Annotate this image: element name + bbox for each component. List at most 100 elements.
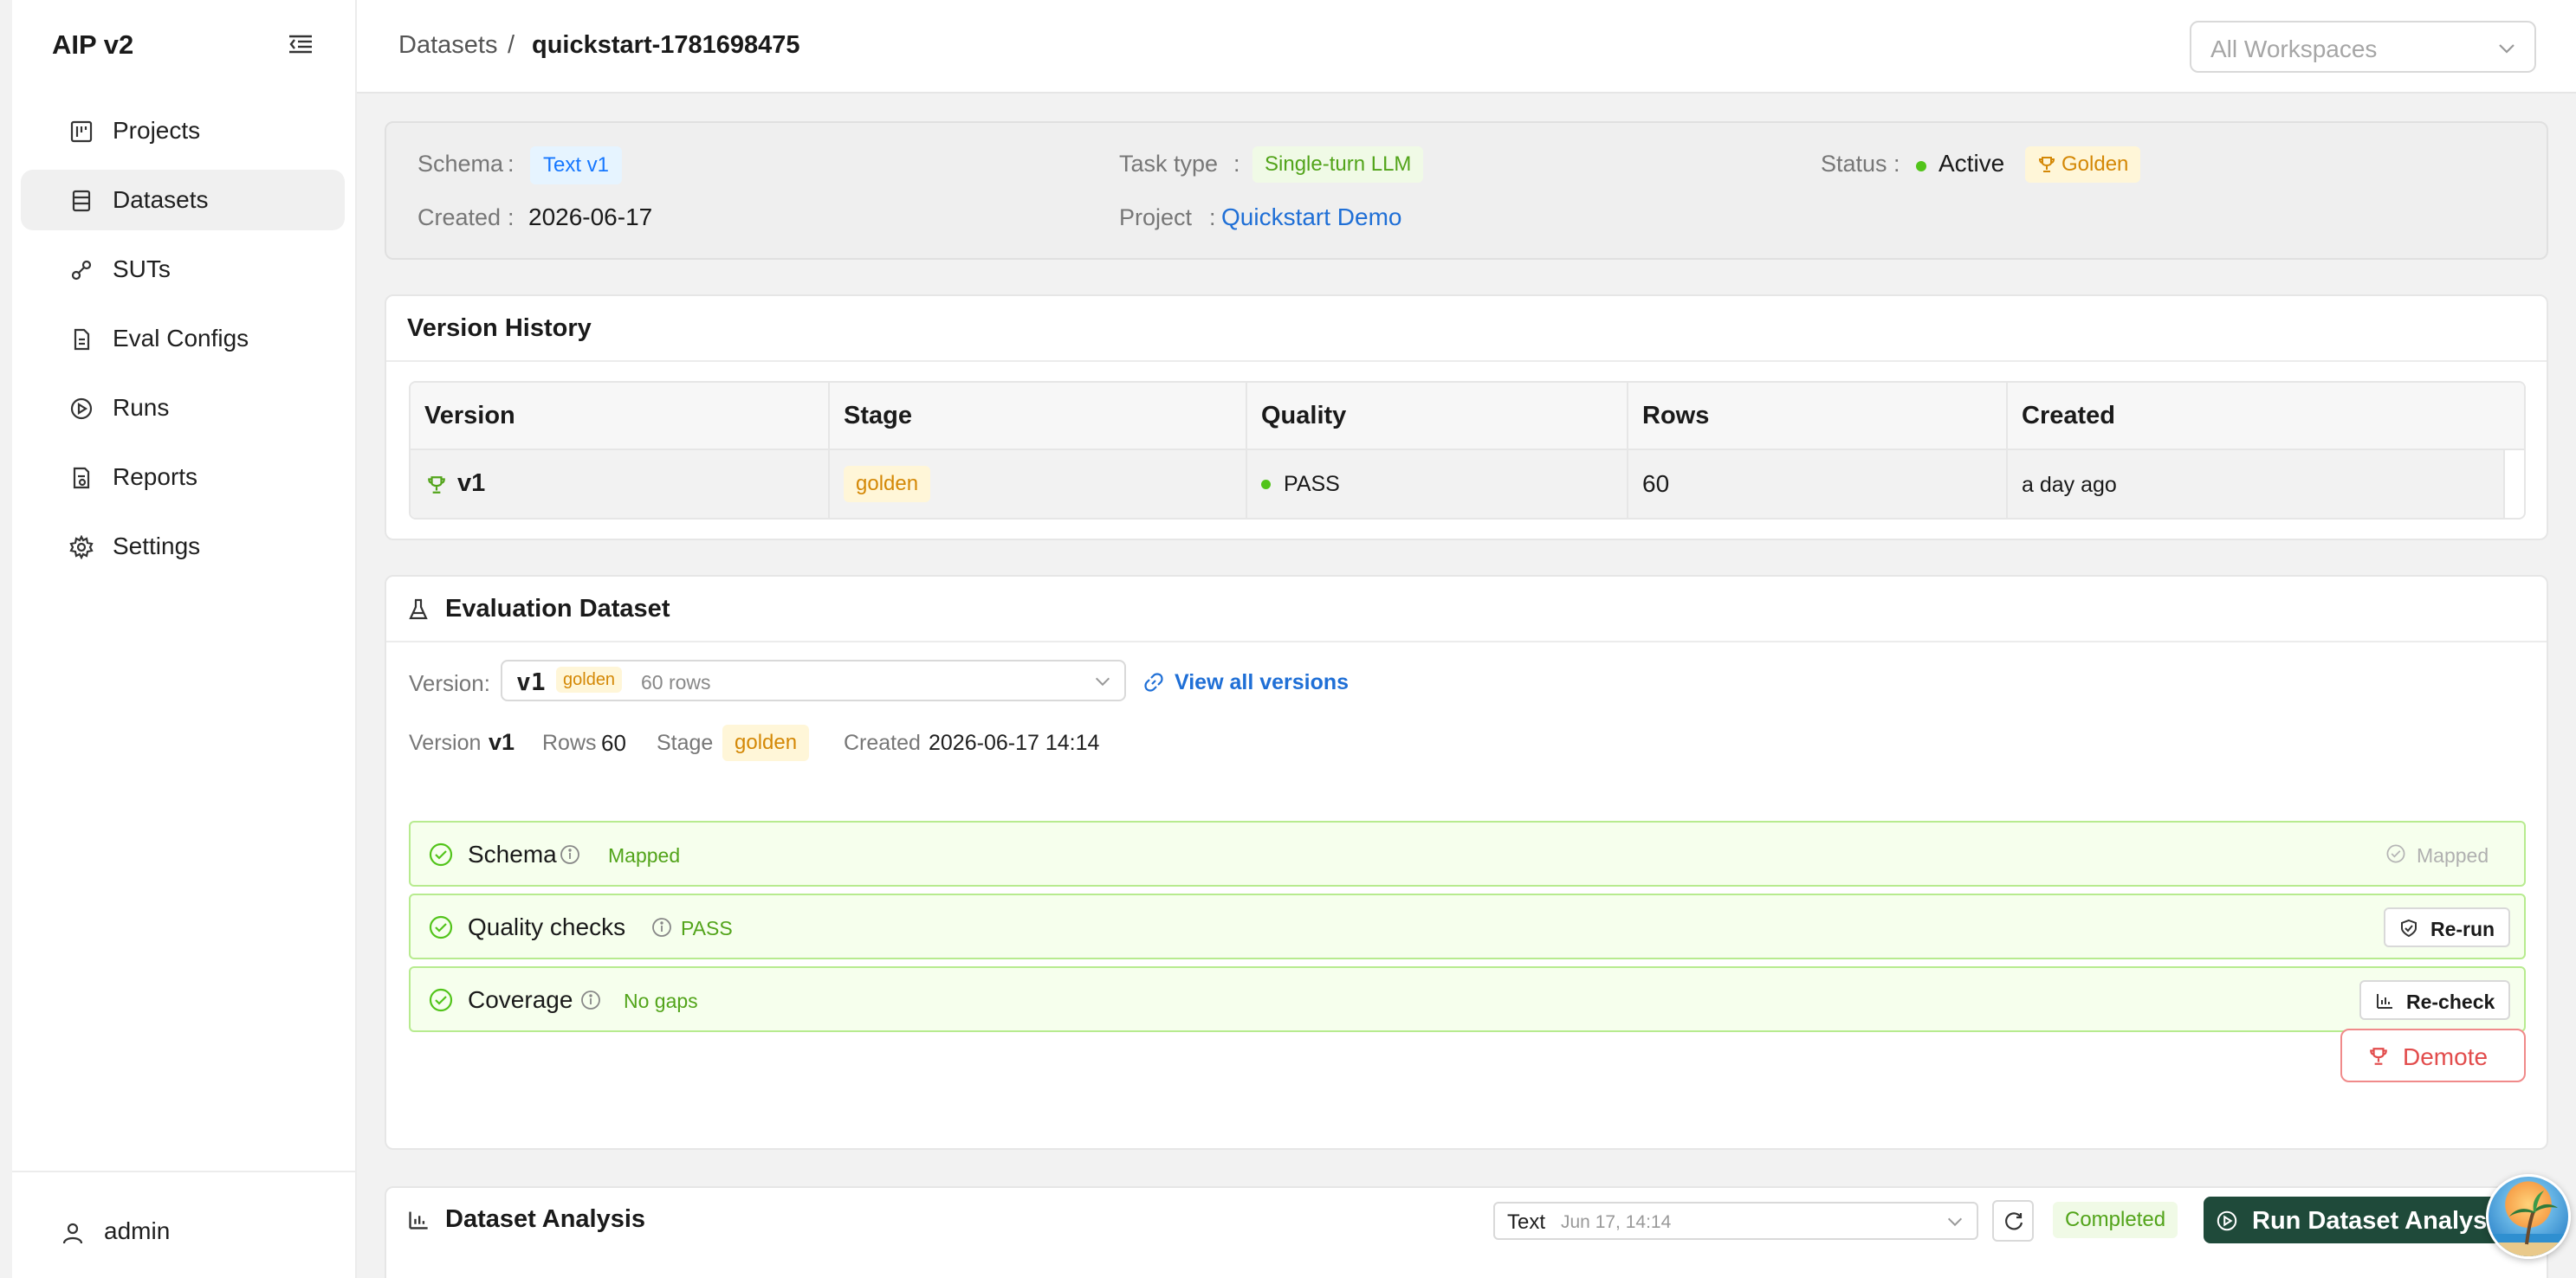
dataset-meta-panel: Schema : Text v1 Task type : Single-turn…	[385, 121, 2548, 260]
workspace-select[interactable]: All Workspaces	[2190, 21, 2536, 73]
colon: :	[508, 204, 515, 230]
task-type-label: Task type	[1119, 151, 1219, 177]
project-link[interactable]: Quickstart Demo	[1221, 203, 1402, 231]
version-history-panel: Version History Version Stage Quality Ro…	[385, 294, 2548, 540]
version-select[interactable]: v1 golden 60 rows	[501, 660, 1126, 701]
chevron-down-icon	[1095, 677, 1110, 687]
schema-check-row: Schema Mapped Mapped	[409, 821, 2526, 887]
info-icon[interactable]	[651, 917, 672, 938]
dataset-analysis-title: Dataset Analysis	[445, 1205, 646, 1233]
sidebar-item-label: Projects	[113, 117, 201, 144]
recheck-label: Re-check	[2406, 991, 2495, 1013]
user-menu[interactable]: admin	[12, 1171, 357, 1278]
version-cell: v1	[457, 469, 486, 497]
summary-stage-tag: golden	[722, 725, 810, 761]
sidebar-item-datasets[interactable]: Datasets	[21, 170, 345, 230]
colon: :	[1893, 151, 1900, 177]
dataset-analysis-panel: Dataset Analysis Text Jun 17, 14:14 Comp…	[385, 1186, 2550, 1278]
status-value: Active	[1938, 150, 2005, 177]
sidebar: AIP v2 Projects Datasets SUTs Eval Confi…	[12, 0, 357, 1278]
table-row[interactable]: v1 golden PASS 60 a day ago	[411, 450, 2505, 518]
analysis-status: Completed	[2053, 1202, 2178, 1238]
column-header: Version	[424, 402, 515, 429]
check-circle-icon	[429, 915, 453, 939]
summary-rows-label: Rows	[542, 731, 597, 755]
sidebar-item-runs[interactable]: Runs	[21, 378, 345, 438]
summary-version-value: v1	[489, 729, 515, 755]
view-all-versions-label: View all versions	[1175, 670, 1349, 694]
trophy-icon	[2370, 1048, 2387, 1065]
app-title: AIP v2	[52, 29, 134, 60]
analysis-select-value: Text	[1507, 1210, 1546, 1234]
sidebar-item-eval-configs[interactable]: Eval Configs	[21, 308, 345, 369]
summary-created-value: 2026-06-17 14:14	[929, 731, 1100, 755]
chevron-down-icon	[1947, 1217, 1963, 1227]
assistant-avatar[interactable]	[2486, 1174, 2571, 1259]
quality-dot	[1261, 480, 1271, 489]
info-icon[interactable]	[580, 990, 601, 1010]
play-icon	[70, 397, 93, 420]
datasets-icon	[72, 190, 91, 212]
breadcrumb-current: quickstart-1781698475	[532, 31, 800, 59]
sidebar-item-settings[interactable]: Settings	[21, 516, 345, 577]
colon: :	[1209, 204, 1216, 230]
trophy-icon	[2038, 157, 2055, 172]
chevron-down-icon	[2499, 44, 2515, 54]
refresh-button[interactable]	[1992, 1200, 2034, 1242]
evaluation-dataset-title: Evaluation Dataset	[445, 595, 670, 623]
quality-cell: PASS	[1284, 472, 1340, 496]
user-name: admin	[104, 1217, 171, 1244]
breadcrumb-separator: /	[508, 31, 515, 59]
refresh-icon	[2005, 1212, 2023, 1230]
sidebar-item-label: Runs	[113, 394, 170, 421]
bar-chart-icon	[409, 1211, 428, 1230]
coverage-check-row: Coverage No gaps Re-check	[409, 966, 2526, 1032]
flask-icon	[409, 598, 428, 620]
recheck-button[interactable]: Re-check	[2359, 980, 2510, 1020]
user-icon	[62, 1223, 83, 1244]
status-label: Status	[1821, 151, 1887, 177]
file-icon	[74, 328, 90, 351]
schema-mapped-status: Mapped	[2417, 844, 2489, 867]
check-circle-icon	[429, 842, 453, 867]
projects-icon	[70, 120, 93, 143]
colon: :	[508, 151, 515, 177]
summary-version-label: Version	[409, 731, 482, 755]
sidebar-item-label: Settings	[113, 532, 201, 559]
summary-stage-label: Stage	[657, 731, 714, 755]
schema-tag: Text v1	[530, 146, 623, 184]
sidebar-item-reports[interactable]: Reports	[21, 447, 345, 507]
sidebar-item-suts[interactable]: SUTs	[21, 239, 345, 300]
link-icon	[1144, 673, 1163, 692]
selected-rows: 60 rows	[641, 671, 711, 694]
column-header: Created	[2022, 402, 2115, 429]
sidebar-item-projects[interactable]: Projects	[21, 100, 345, 161]
run-dataset-analysis-label: Run Dataset Analysis	[2252, 1207, 2508, 1235]
view-all-versions-link[interactable]: View all versions	[1140, 668, 1365, 698]
menu-fold-icon	[289, 35, 312, 54]
sidebar-item-label: SUTs	[113, 255, 171, 282]
check-title: Coverage	[468, 986, 573, 1013]
top-bar: Datasets / quickstart-1781698475 All Wor…	[357, 0, 2576, 94]
created-cell: a day ago	[2022, 473, 2117, 497]
summary-created-label: Created	[844, 731, 921, 755]
sidebar-item-label: Datasets	[113, 186, 209, 213]
info-icon[interactable]	[560, 844, 580, 865]
analysis-select[interactable]: Text Jun 17, 14:14	[1493, 1202, 1978, 1240]
trophy-icon	[428, 476, 445, 494]
breadcrumb-datasets-link[interactable]: Datasets	[398, 31, 497, 60]
schema-label: Schema	[417, 151, 504, 177]
demote-button[interactable]: Demote	[2340, 1029, 2526, 1082]
suts-icon	[71, 260, 92, 281]
golden-badge-label: Golden	[2061, 152, 2129, 176]
column-header: Stage	[844, 402, 912, 429]
created-value: 2026-06-17	[528, 203, 653, 230]
collapse-sidebar-button[interactable]	[286, 31, 315, 57]
palm-tree-icon	[2489, 1191, 2568, 1256]
demote-label: Demote	[2403, 1043, 2489, 1070]
golden-badge: Golden	[2025, 146, 2141, 183]
check-title: Quality checks	[468, 913, 626, 940]
rerun-button[interactable]: Re-run	[2384, 907, 2510, 947]
evaluation-dataset-panel: Evaluation Dataset Version: v1 golden 60…	[385, 575, 2548, 1150]
version-label: Version:	[409, 670, 490, 696]
